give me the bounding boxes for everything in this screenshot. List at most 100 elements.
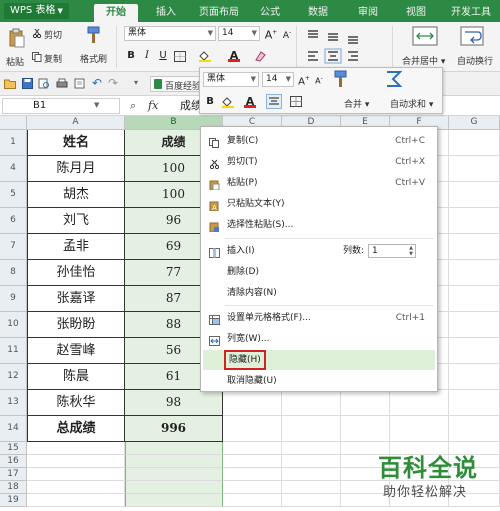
empty-cell[interactable]: [223, 455, 282, 468]
open-folder-icon[interactable]: [4, 78, 16, 89]
empty-cell[interactable]: [223, 416, 282, 442]
fill-color-icon[interactable]: [221, 96, 235, 108]
empty-cell[interactable]: [282, 442, 341, 455]
mini-autosum-button[interactable]: 自动求和 ▾: [390, 97, 433, 110]
paste-icon[interactable]: [8, 28, 26, 48]
row-header[interactable]: 7: [0, 234, 27, 260]
cut-button[interactable]: 剪切: [44, 28, 62, 41]
name-box[interactable]: B1: [2, 98, 120, 114]
name-cell[interactable]: 刘飞: [27, 208, 125, 234]
empty-cell[interactable]: [390, 390, 449, 416]
name-cell[interactable]: 赵雪峰: [27, 338, 125, 364]
mini-font-size-select[interactable]: 14 ▼: [262, 72, 294, 87]
menu-item-clear-contents[interactable]: 清除内容(N): [203, 283, 435, 303]
empty-cell[interactable]: [282, 416, 341, 442]
menu-item-paste[interactable]: 粘贴(P) Ctrl+V: [203, 173, 435, 193]
menu-item-paste-special[interactable]: 选择性粘贴(S)...: [203, 215, 435, 235]
font-name-select[interactable]: 黑体 ▼: [124, 26, 216, 41]
column-header-g[interactable]: G: [449, 116, 500, 130]
paste-button[interactable]: 粘贴: [6, 55, 24, 68]
empty-cell[interactable]: [449, 208, 500, 234]
format-painter-icon[interactable]: [332, 70, 350, 88]
empty-cell[interactable]: [282, 455, 341, 468]
bold-icon[interactable]: B: [203, 95, 217, 109]
print-preview-icon[interactable]: [38, 78, 50, 89]
empty-cell[interactable]: [223, 442, 282, 455]
preview-icon[interactable]: [74, 78, 86, 89]
empty-cell[interactable]: [449, 286, 500, 312]
name-cell[interactable]: 张嘉译: [27, 286, 125, 312]
border-icon[interactable]: [174, 51, 186, 62]
empty-cell[interactable]: [27, 468, 125, 481]
row-header[interactable]: 14: [0, 416, 27, 442]
menu-item-format-cells[interactable]: 设置单元格格式(F)... Ctrl+1: [203, 308, 435, 328]
empty-cell[interactable]: [449, 312, 500, 338]
empty-cell[interactable]: [223, 468, 282, 481]
redo-icon[interactable]: ↷: [108, 77, 120, 89]
name-cell[interactable]: 张盼盼: [27, 312, 125, 338]
empty-cell[interactable]: [125, 481, 223, 494]
format-painter-button[interactable]: 格式刷: [80, 52, 107, 65]
empty-cell[interactable]: [27, 442, 125, 455]
underline-icon[interactable]: U: [156, 49, 170, 63]
bold-icon[interactable]: B: [124, 49, 138, 63]
copy-icon[interactable]: [32, 52, 42, 62]
scissors-icon[interactable]: [32, 28, 42, 39]
font-color-icon[interactable]: A: [228, 49, 240, 62]
menu-item-hide[interactable]: 隐藏(H): [203, 350, 435, 370]
row-header[interactable]: 9: [0, 286, 27, 312]
merge-center-button[interactable]: 合并居中 ▾: [402, 54, 445, 67]
increase-font-icon[interactable]: A+: [297, 72, 311, 87]
empty-cell[interactable]: [282, 494, 341, 507]
menu-item-unhide[interactable]: 取消隐藏(U): [203, 371, 435, 391]
undo-icon[interactable]: ↶: [92, 77, 104, 89]
select-all-corner[interactable]: [0, 116, 27, 130]
wrap-text-icon[interactable]: [460, 26, 484, 46]
empty-cell[interactable]: [449, 234, 500, 260]
columns-count-input[interactable]: 1 ▲ ▼: [368, 244, 416, 258]
empty-cell[interactable]: [125, 494, 223, 507]
app-menu-button[interactable]: WPS 表格 ▼: [4, 3, 69, 19]
menu-item-column-width[interactable]: 列宽(W)...: [203, 329, 435, 349]
tab-page-layout[interactable]: 页面布局: [192, 4, 246, 22]
empty-cell[interactable]: [223, 481, 282, 494]
menu-item-copy[interactable]: 复制(C) Ctrl+C: [203, 131, 435, 151]
save-icon[interactable]: [22, 78, 33, 89]
tab-view[interactable]: 视图: [400, 4, 432, 22]
row-header[interactable]: 13: [0, 390, 27, 416]
italic-icon[interactable]: I: [140, 49, 154, 63]
empty-cell[interactable]: [341, 390, 390, 416]
empty-cell[interactable]: [449, 364, 500, 390]
empty-cell[interactable]: [282, 390, 341, 416]
tab-formulas[interactable]: 公式: [254, 4, 286, 22]
chevron-down-icon[interactable]: ▾: [134, 78, 142, 88]
mini-font-name-select[interactable]: 黑体 ▼: [203, 72, 259, 87]
empty-cell[interactable]: [223, 390, 282, 416]
fill-color-icon[interactable]: [198, 50, 212, 62]
empty-cell[interactable]: [27, 481, 125, 494]
empty-cell[interactable]: [125, 442, 223, 455]
tab-developer[interactable]: 开发工具: [444, 4, 498, 22]
row-header[interactable]: 19: [0, 494, 27, 507]
menu-item-delete[interactable]: 删除(D): [203, 262, 435, 282]
align-center-icon[interactable]: [266, 94, 282, 109]
tab-data[interactable]: 数据: [302, 4, 334, 22]
empty-cell[interactable]: [449, 260, 500, 286]
row-header[interactable]: 8: [0, 260, 27, 286]
clear-format-icon[interactable]: [254, 50, 266, 62]
name-cell[interactable]: 陈月月: [27, 156, 125, 182]
empty-cell[interactable]: [390, 416, 449, 442]
empty-cell[interactable]: [449, 390, 500, 416]
row-header[interactable]: 16: [0, 455, 27, 468]
name-cell[interactable]: 陈秋华: [27, 390, 125, 416]
merge-center-icon[interactable]: [412, 26, 438, 46]
increase-font-icon[interactable]: A+: [264, 26, 278, 42]
row-header[interactable]: 5: [0, 182, 27, 208]
row-header[interactable]: 10: [0, 312, 27, 338]
name-cell[interactable]: 孟非: [27, 234, 125, 260]
name-cell[interactable]: 陈晨: [27, 364, 125, 390]
empty-cell[interactable]: [27, 455, 125, 468]
empty-cell[interactable]: [27, 494, 125, 507]
empty-cell[interactable]: [282, 481, 341, 494]
tab-insert[interactable]: 插入: [148, 4, 184, 22]
